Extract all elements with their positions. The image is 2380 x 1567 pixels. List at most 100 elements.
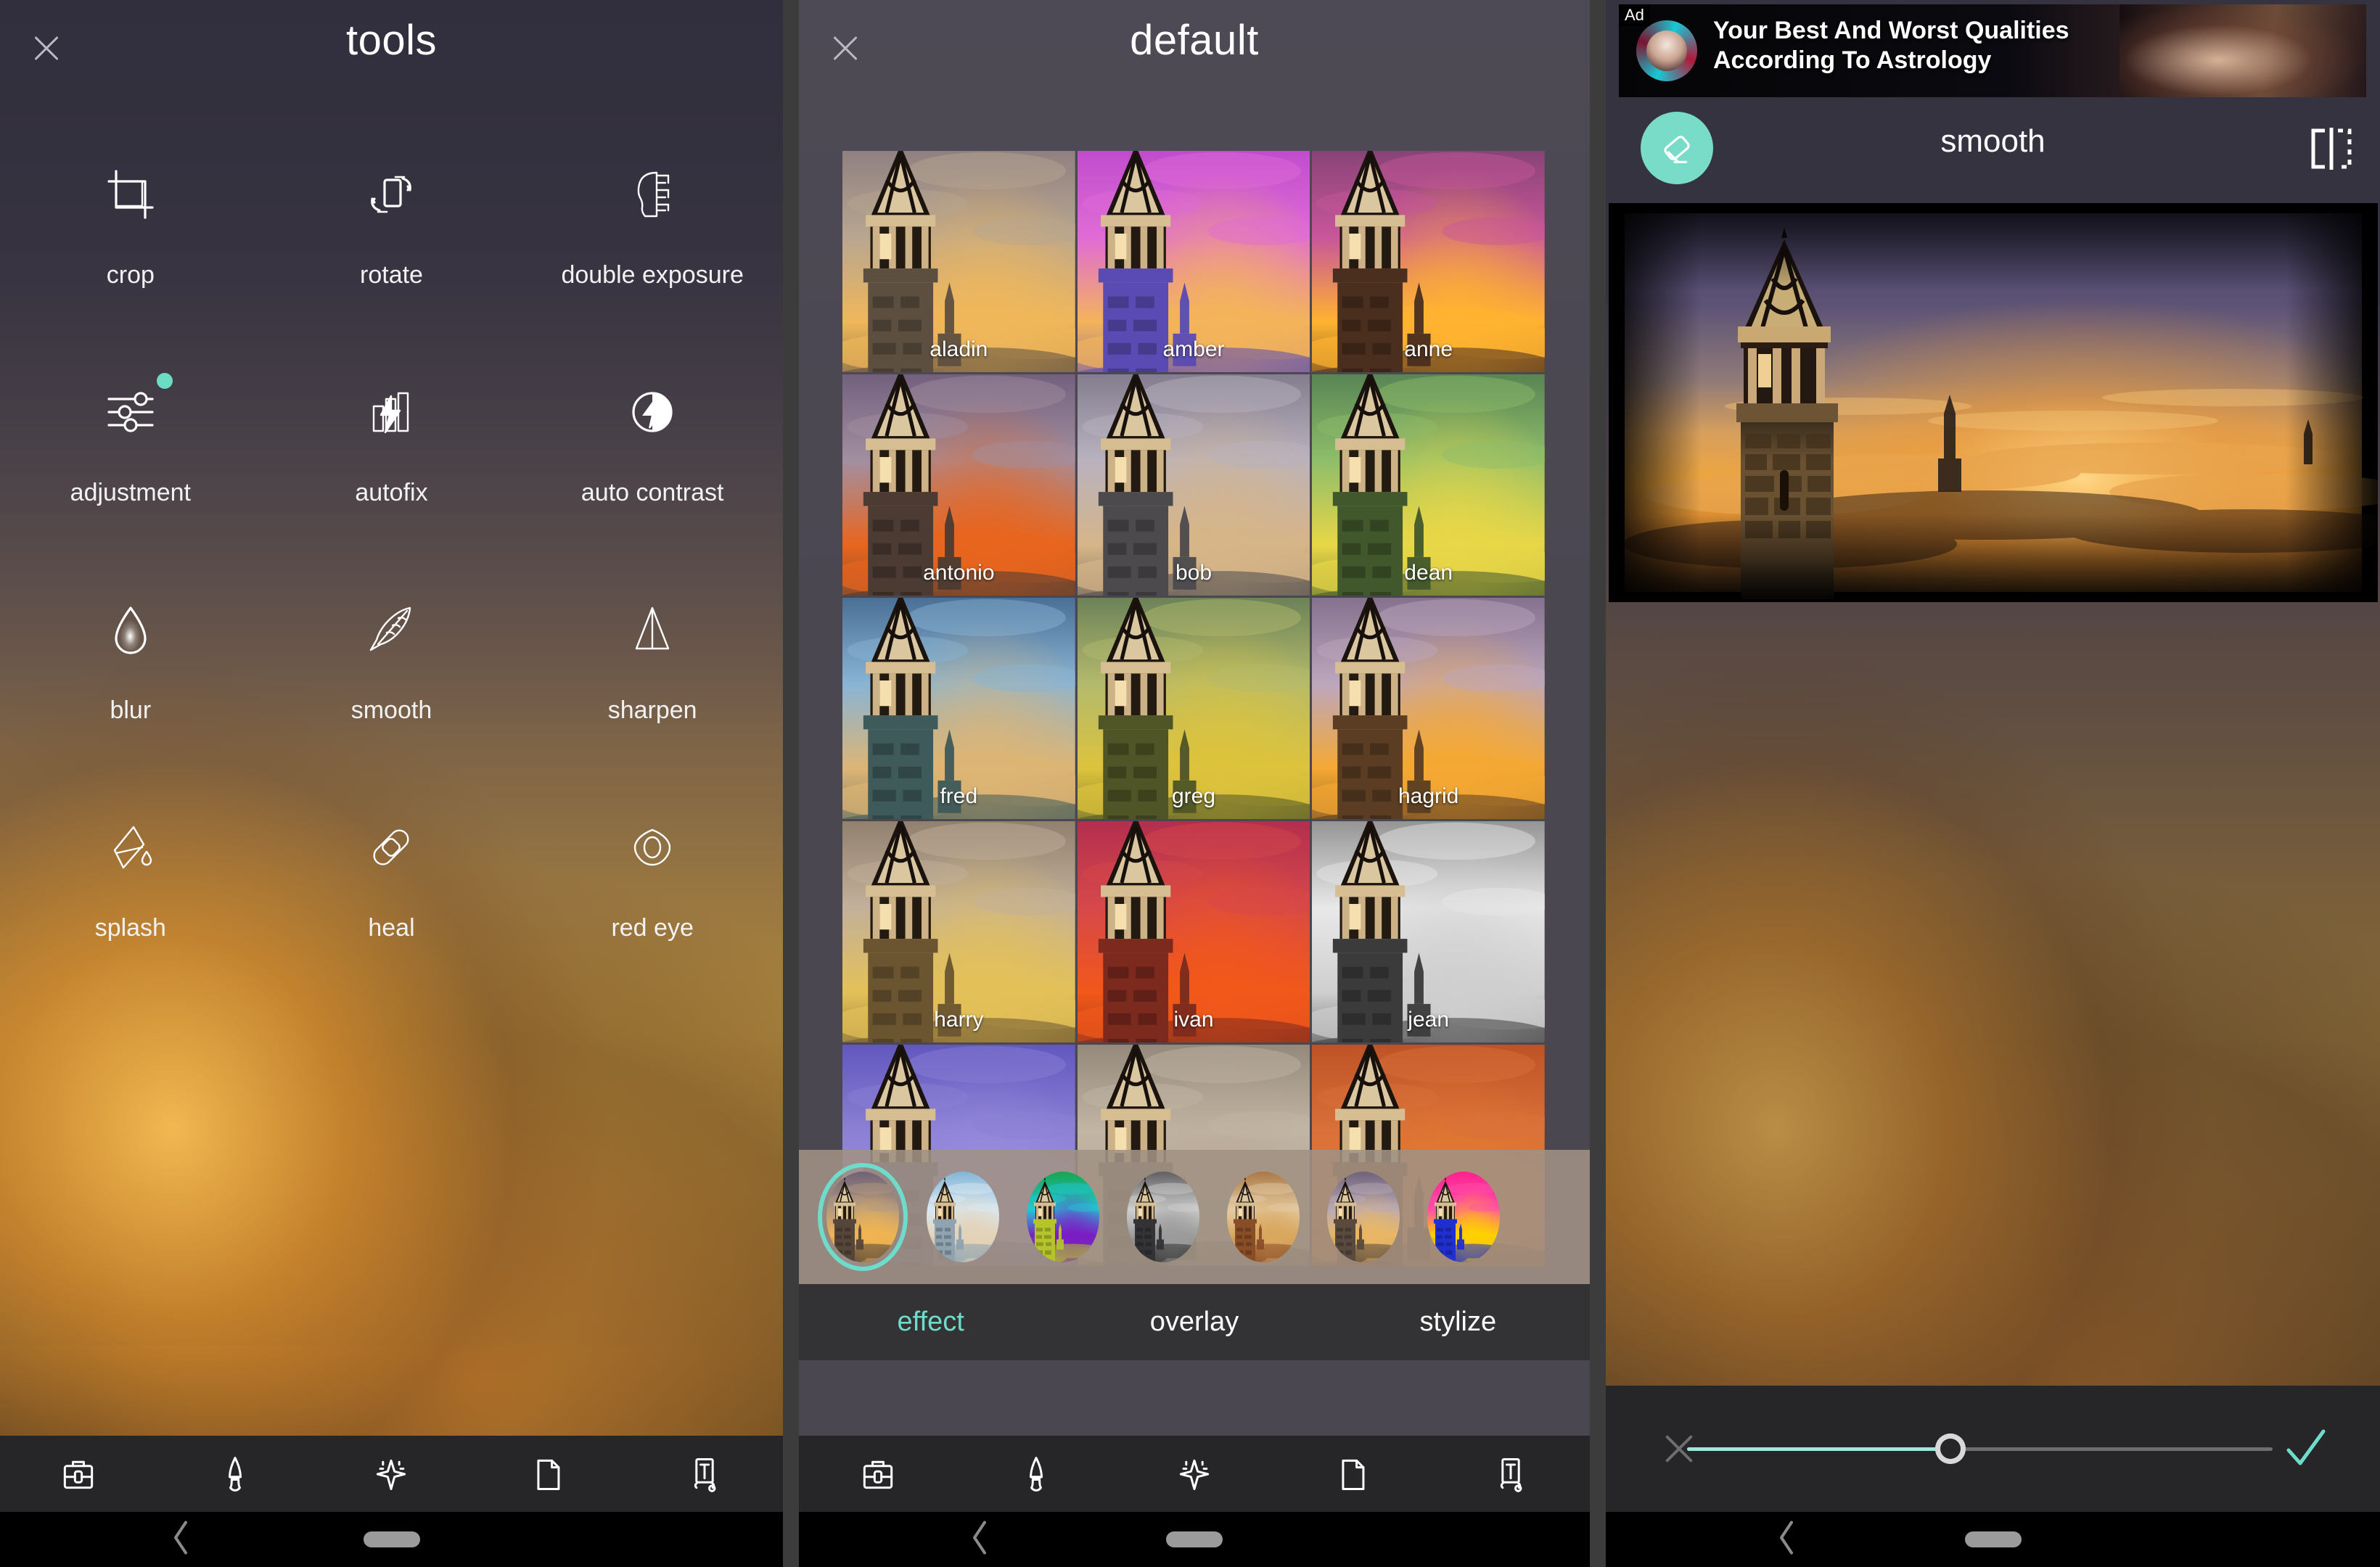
nav-frames[interactable] (1273, 1436, 1432, 1512)
filter-strip-item[interactable] (1127, 1172, 1199, 1262)
tool-rotate[interactable]: rotate (261, 145, 522, 363)
edited-photo (1609, 203, 2378, 602)
tool-label: double exposure (561, 261, 744, 289)
slider-knob[interactable] (1935, 1434, 1966, 1464)
back-chevron-icon[interactable] (967, 1518, 992, 1561)
tool-red-eye[interactable]: red eye (522, 798, 783, 1016)
tool-blur[interactable]: blur (0, 580, 261, 798)
filter-cell[interactable]: harry (842, 821, 1075, 1042)
filter-strip-thumbnail (1327, 1172, 1400, 1262)
splash-icon (97, 814, 164, 881)
compare-split-icon[interactable] (2306, 125, 2357, 173)
tool-auto-contrast[interactable]: auto contrast (522, 363, 783, 580)
filter-strip-item[interactable] (1327, 1172, 1400, 1262)
tab-stylize[interactable]: stylize (1326, 1307, 1590, 1338)
filter-grid: aladin amber anne antonio bob dean fred … (842, 151, 1545, 1266)
filter-cell[interactable]: amber (1077, 151, 1310, 372)
selected-ring (818, 1163, 908, 1271)
bottom-nav (0, 1436, 783, 1518)
back-chevron-icon[interactable] (1774, 1518, 1799, 1561)
photo-canvas[interactable] (1609, 203, 2378, 602)
rotate-icon (358, 161, 424, 228)
nav-frames[interactable] (469, 1436, 626, 1512)
filter-strip-item[interactable] (818, 1163, 908, 1271)
back-chevron-icon[interactable] (168, 1518, 193, 1561)
home-pill-icon[interactable] (363, 1531, 420, 1547)
filter-strip[interactable] (799, 1150, 1590, 1284)
filter-name: greg (1171, 784, 1216, 808)
filter-strip-thumbnail (1227, 1172, 1300, 1262)
bottom-nav (799, 1436, 1590, 1518)
home-pill-icon[interactable] (1166, 1531, 1223, 1547)
system-nav-bar (1606, 1512, 2380, 1567)
crop-icon (97, 161, 164, 228)
tab-overlay[interactable]: overlay (1062, 1307, 1326, 1338)
tool-heal[interactable]: heal (261, 798, 522, 1016)
nav-effects[interactable] (1115, 1436, 1273, 1518)
filter-name: bob (1175, 561, 1212, 585)
double-exposure-icon (619, 161, 686, 228)
tool-label: auto contrast (580, 479, 724, 506)
filter-cell[interactable]: ivan (1077, 821, 1310, 1042)
feather-icon (358, 596, 424, 663)
filter-cell[interactable]: jean (1312, 821, 1545, 1042)
nav-brush[interactable] (157, 1436, 313, 1512)
filter-strip-item[interactable] (927, 1172, 999, 1262)
nav-tools[interactable] (0, 1436, 157, 1518)
eye-icon (619, 814, 686, 881)
filter-cell[interactable]: greg (1077, 598, 1310, 819)
ad-badge: Ad (1619, 4, 1650, 26)
page-title: smooth (1940, 123, 2045, 159)
nav-text[interactable] (1432, 1436, 1590, 1512)
nav-tools[interactable] (799, 1436, 957, 1512)
nav-text[interactable] (626, 1436, 783, 1512)
filter-name: hagrid (1398, 784, 1459, 808)
filter-name: dean (1404, 561, 1453, 585)
filter-cell[interactable]: fred (842, 598, 1075, 819)
ad-headline: Your Best And Worst Qualities According … (1713, 16, 2149, 75)
tab-effect[interactable]: effect (799, 1307, 1062, 1338)
filter-cell[interactable]: anne (1312, 151, 1545, 372)
filter-name: fred (940, 784, 978, 808)
tool-label: red eye (611, 914, 694, 942)
tool-double-exposure[interactable]: double exposure (522, 145, 783, 363)
tool-smooth[interactable]: smooth (261, 580, 522, 798)
system-nav-bar (799, 1512, 1590, 1567)
auto-contrast-icon (619, 379, 686, 445)
tool-autofix[interactable]: autofix (261, 363, 522, 580)
filter-name: antonio (923, 561, 995, 585)
tool-sharpen[interactable]: sharpen (522, 580, 783, 798)
filter-cell[interactable]: dean (1312, 374, 1545, 596)
ad-banner[interactable]: Ad Your Best And Worst Qualities Accordi… (1619, 4, 2366, 97)
filter-cell[interactable]: bob (1077, 374, 1310, 596)
filter-name: anne (1404, 337, 1453, 361)
filter-strip-thumbnail (1427, 1172, 1500, 1262)
panel-divider (783, 0, 799, 1567)
ad-logo-icon (1636, 20, 1697, 81)
tool-crop[interactable]: crop (0, 145, 261, 363)
home-pill-icon[interactable] (1964, 1531, 2022, 1547)
tool-label: splash (94, 914, 166, 942)
tool-adjustment[interactable]: adjustment (0, 363, 261, 580)
filter-cell[interactable]: aladin (842, 151, 1075, 372)
tool-label: smooth (350, 696, 432, 724)
panel-effects: default aladin amber anne antonio bob de… (799, 0, 1590, 1567)
filter-cell[interactable]: antonio (842, 374, 1075, 596)
nav-effects[interactable] (313, 1436, 470, 1512)
panel-tools: tools crop rotate double exposure adjust… (0, 0, 783, 1567)
tool-label: blur (110, 696, 152, 724)
filter-strip-item[interactable] (1027, 1172, 1099, 1262)
filter-cell[interactable]: hagrid (1312, 598, 1545, 819)
nav-brush[interactable] (957, 1436, 1115, 1512)
tools-grid: crop rotate double exposure adjustment a… (0, 145, 783, 1016)
filter-strip-item[interactable] (1227, 1172, 1300, 1262)
slider-row (1606, 1386, 2380, 1512)
confirm-button[interactable] (2283, 1426, 2329, 1472)
slider-fill (1687, 1447, 1951, 1451)
tool-label: adjustment (70, 479, 191, 506)
intensity-slider[interactable] (1687, 1431, 2273, 1467)
filter-strip-thumbnail (927, 1172, 999, 1262)
filter-strip-item[interactable] (1427, 1172, 1500, 1262)
tool-splash[interactable]: splash (0, 798, 261, 1016)
blur-drop-icon (97, 596, 164, 663)
